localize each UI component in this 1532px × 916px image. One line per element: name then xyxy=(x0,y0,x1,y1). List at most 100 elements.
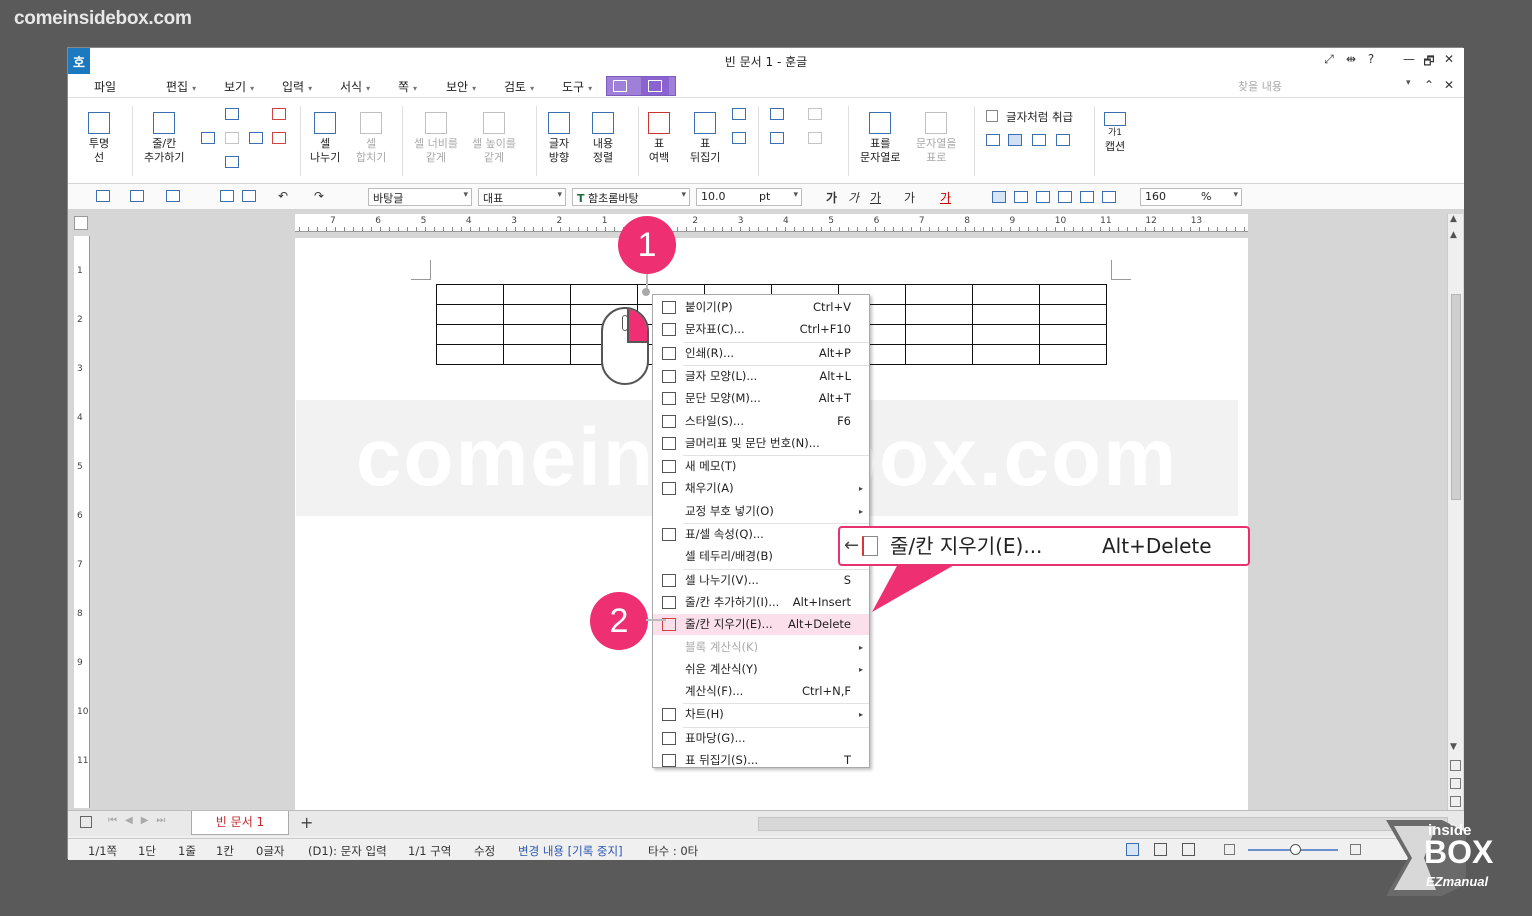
context-menu-item[interactable]: 표 뒤집기(S)... T xyxy=(653,750,869,771)
table-mode-buttons[interactable] xyxy=(606,76,676,96)
context-menu-item[interactable]: 셀 테두리/배경(B) xyxy=(653,546,869,567)
insert-col-left-icon[interactable] xyxy=(201,132,215,144)
table-cell[interactable] xyxy=(905,324,973,345)
context-menu-item[interactable]: 교정 부호 넣기(O) ▸ xyxy=(653,501,869,522)
ribbon-collapse-icon[interactable]: ⌃ xyxy=(1420,78,1438,92)
new-doc-icon[interactable] xyxy=(96,190,110,202)
menu-edit[interactable]: 편집 ▾ xyxy=(166,78,196,95)
context-menu-item[interactable]: 셀 나누기(V)... S xyxy=(653,570,869,591)
context-menu-item[interactable]: 글자 모양(L)... Alt+L xyxy=(653,366,869,387)
context-menu-item[interactable]: 차트(H) ▸ xyxy=(653,704,869,725)
next-page-icon[interactable] xyxy=(1450,796,1461,807)
insert-row-above-icon[interactable] xyxy=(225,108,239,120)
menu-tools[interactable]: 도구 ▾ xyxy=(562,78,592,95)
scroll-thumb[interactable] xyxy=(1451,294,1461,500)
table-cell[interactable] xyxy=(972,284,1040,305)
align-right-icon[interactable] xyxy=(1032,134,1046,146)
left-align-icon[interactable] xyxy=(1014,191,1028,203)
tab-list-icon[interactable] xyxy=(80,816,92,828)
maximize-button[interactable]: 🗗 xyxy=(1420,52,1438,73)
table-margin-button[interactable]: 표 여백 xyxy=(648,112,670,165)
context-menu-item[interactable]: 문자표(C)... Ctrl+F10 xyxy=(653,319,869,340)
context-menu-item[interactable]: 새 메모(T) xyxy=(653,456,869,477)
context-menu-item[interactable]: 줄/칸 지우기(E)... Alt+Delete xyxy=(653,614,869,636)
zoom-in-icon[interactable] xyxy=(1350,844,1361,855)
context-menu-item[interactable]: 스타일(S)... F6 xyxy=(653,411,869,432)
table-flip-button[interactable]: 표 뒤집기 xyxy=(690,112,720,165)
text-direction-button[interactable]: 글자 방향 xyxy=(548,112,570,165)
italic-button[interactable]: 가 xyxy=(848,189,859,206)
scroll-up-icon[interactable]: ▲ xyxy=(1450,230,1457,240)
distribute-icon[interactable] xyxy=(1080,191,1094,203)
table-cell[interactable] xyxy=(1039,284,1107,305)
formula-icon[interactable] xyxy=(808,132,822,144)
context-menu-item[interactable]: 계산식(F)... Ctrl+N,F xyxy=(653,681,869,702)
menu-file[interactable]: 파일 xyxy=(94,78,116,95)
merge-cell-button[interactable]: 셀 합치기 xyxy=(356,112,386,165)
treat-as-char-checkbox[interactable] xyxy=(986,110,998,122)
table-cell[interactable] xyxy=(1039,344,1107,365)
status-insert-mode[interactable]: 수정 xyxy=(474,843,495,859)
table-cell[interactable] xyxy=(570,284,638,305)
context-menu-item[interactable]: 인쇄(R)... Alt+P xyxy=(653,343,869,364)
menu-format[interactable]: 서식 ▾ xyxy=(340,78,370,95)
delete-col-icon[interactable] xyxy=(272,132,286,144)
context-menu-item[interactable]: 문단 모양(M)... Alt+T xyxy=(653,388,869,409)
underline-button[interactable]: 가 xyxy=(870,189,881,206)
table-cell[interactable] xyxy=(972,304,1040,325)
table-cell[interactable] xyxy=(503,284,571,305)
split-icon[interactable]: ⇹ xyxy=(1342,52,1360,66)
doc-close-button[interactable]: ✕ xyxy=(1440,78,1458,92)
table-cell[interactable] xyxy=(503,324,571,345)
save-icon[interactable] xyxy=(166,190,180,202)
menu-security[interactable]: 보안 ▾ xyxy=(446,78,476,95)
page-select-icon[interactable] xyxy=(1450,778,1461,789)
scroll-up-icon[interactable]: ▲ xyxy=(1450,214,1457,224)
close-button[interactable]: ✕ xyxy=(1440,52,1458,66)
split-cell-button[interactable]: 셀 나누기 xyxy=(310,112,340,165)
font-color-button[interactable]: 가 xyxy=(940,189,951,206)
table-cell[interactable] xyxy=(905,304,973,325)
table-cell[interactable] xyxy=(503,344,571,365)
horizontal-ruler[interactable]: 765432112345678910111213 xyxy=(295,214,1248,232)
cell-style-icon[interactable] xyxy=(770,108,784,120)
view-normal-icon[interactable] xyxy=(1126,843,1139,856)
align-justify-icon[interactable] xyxy=(1056,134,1070,146)
view-width-icon[interactable] xyxy=(1154,843,1167,856)
menu-page[interactable]: 쪽 ▾ xyxy=(398,78,417,95)
style-select[interactable]: 바탕글 xyxy=(368,188,472,206)
delete-row-icon[interactable] xyxy=(272,108,286,120)
context-menu-item[interactable]: 표마당(G)... xyxy=(653,728,869,749)
menu-view[interactable]: 보기 ▾ xyxy=(224,78,254,95)
tab-nav-arrows[interactable]: ⏮◀▶⏭ xyxy=(108,815,173,826)
language-select[interactable]: 대표 xyxy=(478,188,566,206)
font-size-select[interactable]: 10.0 pt xyxy=(696,188,802,206)
right-align-icon[interactable] xyxy=(1058,191,1072,203)
vertical-ruler[interactable]: 1 2 3 4 5 6 7 8 9 10 11 xyxy=(74,236,90,808)
align-left-icon[interactable] xyxy=(986,134,1000,146)
insert-cross-icon[interactable] xyxy=(225,132,239,144)
help-button[interactable]: ? xyxy=(1362,52,1380,66)
status-section[interactable]: 1/1 구역 xyxy=(408,843,451,859)
horizontal-scrollbar[interactable] xyxy=(758,817,1448,831)
print-icon[interactable] xyxy=(220,190,234,202)
add-row-col-button[interactable]: 줄/칸 추가하기 xyxy=(144,112,184,165)
redo-icon[interactable]: ↷ xyxy=(314,189,324,203)
context-menu-item[interactable]: 채우기(A) ▸ xyxy=(653,478,869,499)
table-cell[interactable] xyxy=(436,304,504,325)
open-icon[interactable] xyxy=(130,190,144,202)
menu-insert[interactable]: 입력 ▾ xyxy=(282,78,312,95)
table-to-text-button[interactable]: 표를 문자열로 xyxy=(860,112,900,165)
transparent-line-button[interactable]: 투명 선 xyxy=(88,112,110,165)
same-height-button[interactable]: 셀 높이를 같게 xyxy=(472,112,516,165)
bold-button[interactable]: 가 xyxy=(826,189,837,206)
table-design-icon[interactable] xyxy=(613,80,627,92)
zoom-slider-knob[interactable] xyxy=(1290,844,1301,855)
tab-document[interactable]: 빈 문서 1 xyxy=(191,811,289,835)
context-menu-item[interactable]: 붙이기(P) Ctrl+V xyxy=(653,297,869,318)
restore-size-icon[interactable]: ⤢ xyxy=(1320,52,1338,67)
table-cell[interactable] xyxy=(905,284,973,305)
strikeout-button[interactable]: 가 xyxy=(904,189,915,206)
cell-border-icon[interactable] xyxy=(770,132,784,144)
table-cell[interactable] xyxy=(972,344,1040,365)
